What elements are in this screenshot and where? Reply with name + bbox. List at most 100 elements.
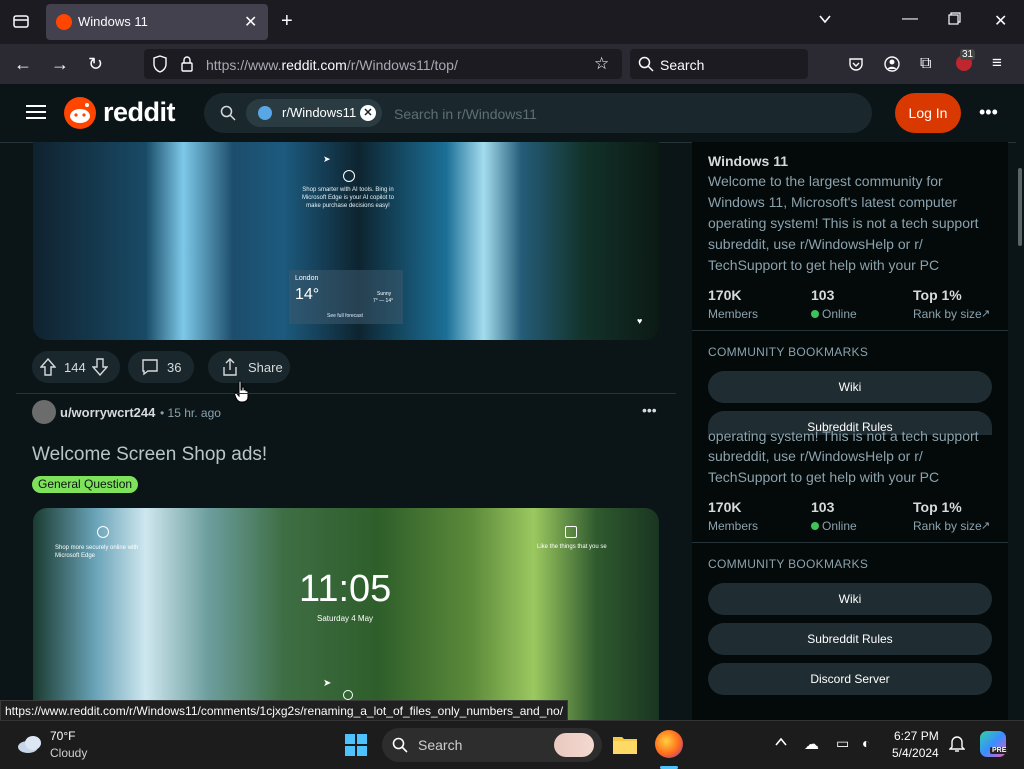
copilot-badge: PRE [990, 747, 1009, 754]
image-weather-link: See full forecast [327, 313, 363, 319]
notification-bell-icon[interactable] [948, 734, 966, 757]
back-icon[interactable]: ← [14, 54, 32, 75]
post-image[interactable]: Shop more securely online with Microsoft… [33, 508, 659, 720]
url-path: /r/Windows11/top/ [346, 57, 458, 73]
url-bar[interactable]: https://www.reddit.com/r/Windows11/top/ … [144, 49, 622, 79]
tab-list-icon[interactable] [12, 12, 30, 35]
community-title: Windows 11 [708, 153, 789, 169]
weather-temperature[interactable]: 70°F [50, 729, 75, 743]
taskbar-time[interactable]: 6:27 PM [894, 729, 939, 743]
share-button[interactable]: Share [208, 351, 290, 383]
shield-icon[interactable] [152, 55, 168, 78]
tab-windows-11[interactable]: Windows 11 ✕ [46, 4, 268, 40]
image-globe-icon [343, 690, 353, 700]
post-image[interactable]: ➤ Shop smarter with AI tools. Bing in Mi… [33, 142, 659, 340]
comments-button[interactable]: 36 [128, 351, 194, 383]
sidebar-divider [692, 330, 1008, 331]
pocket-icon[interactable] [848, 56, 864, 77]
external-link-icon[interactable]: ↗ [981, 519, 990, 532]
ublock-icon[interactable]: 31 [956, 49, 976, 71]
reddit-search-icon [220, 105, 236, 126]
search-highlight-image [554, 733, 594, 757]
hamburger-menu-icon[interactable] [26, 104, 46, 125]
downvote-icon[interactable] [91, 358, 109, 381]
new-tab-icon[interactable]: + [281, 10, 293, 33]
post-time: • 15 hr. ago [160, 406, 221, 420]
avatar[interactable] [32, 400, 56, 424]
close-window-icon[interactable]: ✕ [994, 11, 1007, 31]
taskbar-search[interactable]: Search [382, 728, 602, 762]
weather-condition[interactable]: Cloudy [50, 746, 87, 760]
image-globe-icon [343, 170, 355, 182]
reddit-snoo-logo-icon[interactable] [64, 97, 96, 129]
vote-pill: 144 [32, 351, 120, 383]
rank-label[interactable]: Rank by size [913, 307, 982, 321]
bookmark-wiki-button[interactable]: Wiki [708, 583, 992, 615]
onedrive-icon[interactable]: ☁ [804, 735, 819, 753]
browser-tab-bar: Windows 11 ✕ + — ✕ [0, 0, 1024, 44]
upvote-icon[interactable] [39, 357, 57, 381]
members-count-repeat: 170K [708, 499, 742, 515]
bookmark-star-icon[interactable]: ☆ [594, 54, 609, 74]
more-options-icon[interactable]: ••• [979, 102, 998, 123]
rank-label-repeat[interactable]: Rank by size [913, 519, 982, 533]
taskbar-search-label: Search [418, 737, 463, 753]
scrollbar-thumb[interactable] [1018, 168, 1022, 246]
post-flair[interactable]: General Question [32, 476, 139, 493]
external-link-icon[interactable]: ↗ [981, 307, 990, 320]
cloudy-weather-icon[interactable] [16, 733, 44, 760]
lock-icon[interactable] [180, 55, 194, 78]
post-username[interactable]: u/worrywcrt244 [60, 405, 155, 420]
members-label-repeat: Members [708, 519, 759, 533]
subreddit-icon [258, 106, 272, 120]
url-prefix: https://www. [206, 57, 282, 73]
url-text[interactable]: https://www.reddit.com/r/Windows11/top/ [206, 57, 458, 73]
bookmarks-heading-repeat: COMMUNITY BOOKMARKS [708, 557, 869, 571]
image-weather-city: London [295, 275, 319, 282]
browser-search-placeholder: Search [660, 57, 705, 73]
reload-icon[interactable]: ↻ [88, 54, 103, 75]
menu-icon[interactable]: ≡ [992, 53, 1002, 73]
reddit-wordmark[interactable]: reddit [103, 97, 176, 128]
members-label: Members [708, 307, 759, 321]
forward-icon[interactable]: → [51, 54, 69, 75]
copilot-icon[interactable]: PRE [980, 731, 1009, 757]
image-lockscreen-date: Saturday 4 May [317, 614, 374, 623]
volume-icon[interactable]: ◐ [862, 735, 870, 751]
share-icon [221, 357, 239, 382]
start-windows-icon[interactable] [344, 733, 368, 762]
firefox-icon[interactable] [655, 730, 683, 758]
taskbar-date[interactable]: 5/4/2024 [892, 746, 939, 760]
account-icon[interactable] [884, 56, 900, 77]
bookmark-wiki-button[interactable]: Wiki [708, 371, 992, 403]
network-icon[interactable]: ▭ [836, 735, 849, 752]
page-scrollbar[interactable] [1016, 142, 1024, 720]
community-description-repeat-3: TechSupport to get help with your PC [708, 469, 940, 485]
restore-icon[interactable] [948, 12, 961, 30]
online-label: Online [822, 307, 857, 321]
close-tab-icon[interactable]: ✕ [244, 12, 257, 32]
bookmark-discord-button[interactable]: Discord Server [708, 663, 992, 695]
file-explorer-icon[interactable] [612, 733, 638, 760]
notification-badge: 31 [960, 49, 976, 60]
post-more-options-icon[interactable]: ••• [642, 402, 657, 418]
minimize-icon[interactable]: — [902, 10, 918, 28]
post-title[interactable]: Welcome Screen Shop ads! [32, 444, 267, 466]
image-globe-icon [97, 526, 109, 538]
extensions-icon[interactable]: ⧉ [920, 55, 931, 73]
bookmark-rules-button[interactable]: Subreddit Rules [708, 623, 992, 655]
reddit-search-bar[interactable]: r/Windows11 ✕ Search in r/Windows11 [204, 93, 872, 133]
log-in-button[interactable]: Log In [895, 93, 961, 133]
rank-value: Top 1% [913, 287, 962, 303]
image-weather-cond: Sunny [377, 291, 392, 297]
image-promo-text-left: Shop more securely online with Microsoft… [55, 545, 139, 559]
members-count: 170K [708, 287, 742, 303]
browser-search-bar[interactable]: Search [630, 49, 808, 79]
online-label-repeat: Online [822, 519, 857, 533]
image-weather-range: 7° — 14° [373, 298, 394, 304]
show-hidden-icons-icon[interactable] [774, 735, 788, 754]
remove-chip-icon[interactable]: ✕ [360, 105, 376, 121]
list-all-tabs-icon[interactable] [818, 12, 832, 31]
post-divider [16, 393, 676, 394]
subreddit-search-chip[interactable]: r/Windows11 ✕ [246, 99, 382, 127]
